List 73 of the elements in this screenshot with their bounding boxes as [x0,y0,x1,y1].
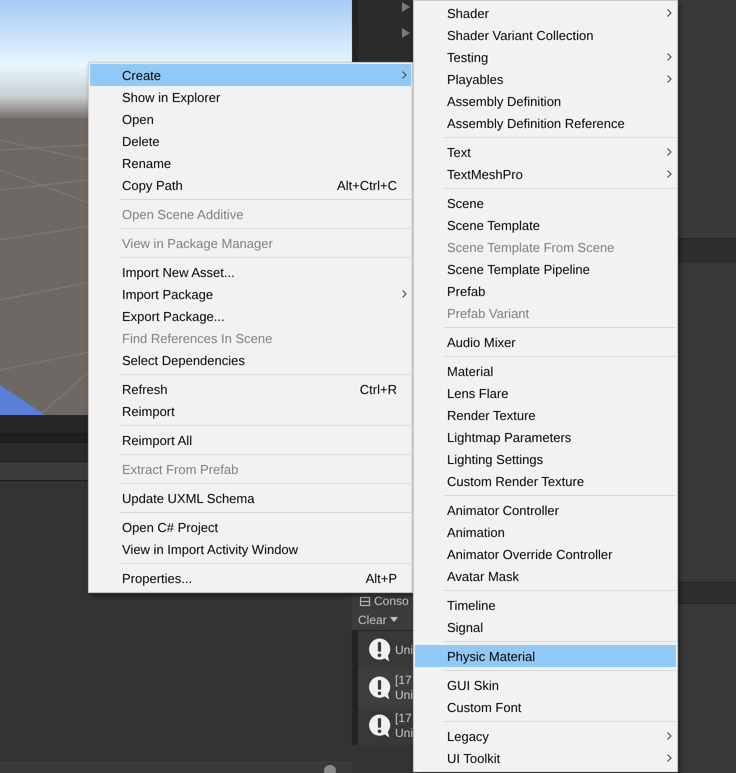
log-entry[interactable]: [17 Uni [352,707,413,745]
menu-item[interactable]: Playables [415,68,676,90]
dropdown-icon[interactable] [388,617,399,623]
menu-item[interactable]: Lighting Settings [415,448,676,470]
menu-item[interactable]: Open [90,108,411,130]
menu-item[interactable]: Properties... Alt+P [90,567,411,589]
chevron-right-icon [666,9,672,17]
triangle-icon[interactable] [402,28,410,38]
log-text: [17 [394,673,413,688]
menu-item[interactable]: Scene Template Pipeline [415,258,676,280]
menu-item[interactable]: Reimport All [90,429,411,451]
chevron-right-icon [402,290,406,298]
menu-item[interactable]: Render Texture [415,404,676,426]
menu-item[interactable]: Testing [415,46,676,68]
chevron-right-icon [402,71,406,79]
menu-item[interactable]: Avatar Mask [415,565,676,587]
log-text: Uni [394,688,413,703]
log-text: Uni [394,642,413,658]
menu-item[interactable]: Scene Template [415,214,676,236]
menu-item[interactable]: Reimport [90,400,411,422]
chevron-right-icon [666,170,672,178]
chevron-right-icon [666,75,672,83]
chevron-right-icon [666,148,672,156]
menu-item[interactable]: Select Dependencies [90,349,411,371]
menu-item[interactable]: Animator Override Controller [415,543,676,565]
menu-item[interactable]: Physic Material [415,645,676,667]
menu-item[interactable]: Legacy [415,725,676,747]
log-text: [17 [394,711,413,726]
menu-item[interactable]: Lens Flare [415,382,676,404]
menu-item[interactable]: Timeline [415,594,676,616]
menu-item[interactable]: Animator Controller [415,499,676,521]
menu-item[interactable]: Export Package... [90,305,411,327]
menu-item[interactable]: Show in Explorer [90,86,411,108]
menu-item[interactable]: Update UXML Schema [90,487,411,509]
list-icon [360,596,370,606]
menu-item[interactable]: GUI Skin [415,674,676,696]
menu-item[interactable]: Refresh Ctrl+R [90,378,411,400]
menu-item[interactable]: Assembly Definition [415,90,676,112]
menu-item[interactable]: Assembly Definition Reference [415,112,676,134]
chevron-right-icon [666,732,672,740]
menu-item[interactable]: Delete [90,130,411,152]
menu-item[interactable]: Text [415,141,676,163]
menu-item[interactable]: Lightmap Parameters [415,426,676,448]
triangle-icon[interactable] [402,2,410,12]
log-entry[interactable]: [17 Uni [352,669,413,707]
warning-icon [368,712,391,740]
menu-item[interactable]: Signal [415,616,676,638]
menu-item[interactable]: Shader Variant Collection [415,24,676,46]
menu-item[interactable]: Prefab [415,280,676,302]
menu-item[interactable]: Rename [90,152,411,174]
menu-item[interactable]: Shader [415,2,676,24]
menu-item[interactable]: Custom Font [415,696,676,718]
menu-item[interactable]: TextMeshPro [415,163,676,185]
console-tab[interactable]: Conso [374,594,409,608]
menu-item[interactable]: UI Toolkit [415,747,676,769]
menu-item[interactable]: Scene [415,192,676,214]
log-entry[interactable]: Uni [352,631,413,669]
menu-item[interactable]: Copy Path Alt+Ctrl+C [90,174,411,196]
menu-item[interactable]: Open C# Project [90,516,411,538]
menu-item[interactable]: Import Package [90,283,411,305]
menu-item[interactable]: Custom Render Texture [415,470,676,492]
menu-item[interactable]: View in Import Activity Window [90,538,411,560]
log-text: Uni [394,726,413,741]
menu-item[interactable]: Import New Asset... [90,261,411,283]
menu-item[interactable]: Audio Mixer [415,331,676,353]
menu-item[interactable]: Animation [415,521,676,543]
menu-item[interactable]: Material [415,360,676,382]
menu-item[interactable]: Create [90,64,411,86]
clear-button[interactable]: Clear [356,611,389,629]
chevron-right-icon [666,754,672,762]
chevron-right-icon [666,53,672,61]
warning-icon [368,636,391,664]
warning-icon [368,674,391,702]
